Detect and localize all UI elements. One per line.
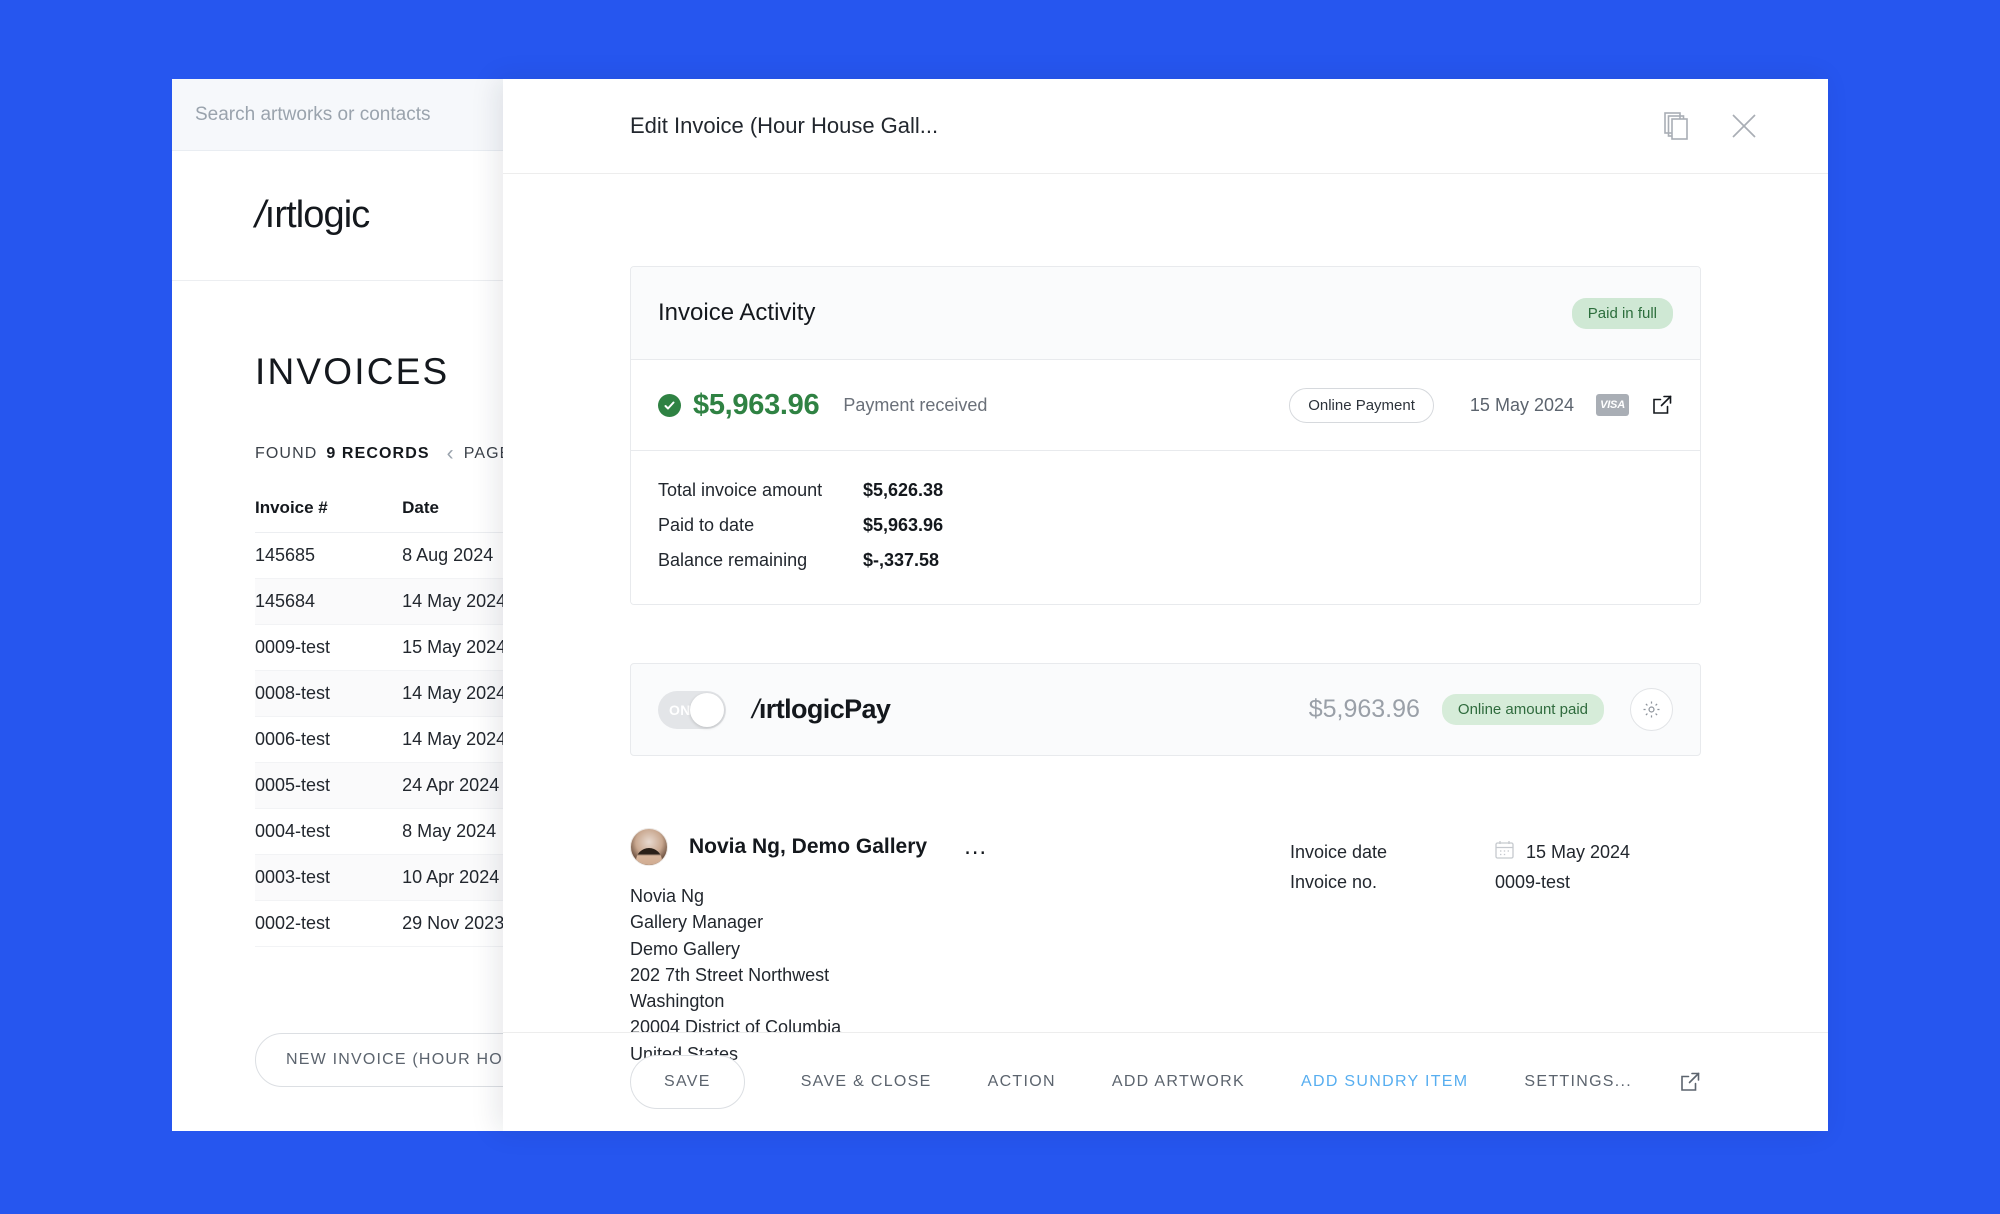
cell-invoice-number: 0006-test — [255, 717, 354, 763]
invoice-activity-card: Invoice Activity Paid in full $5,963.96 … — [630, 266, 1701, 605]
duplicate-icon[interactable] — [1664, 112, 1690, 140]
totals-row: Paid to date $5,963.96 — [658, 508, 1673, 543]
modal-header: Edit Invoice (Hour House Gall... — [503, 79, 1828, 174]
action-button[interactable]: ACTION — [988, 1073, 1056, 1091]
toggle-knob — [690, 693, 724, 727]
close-icon[interactable] — [1730, 112, 1758, 140]
balance-remaining-label: Balance remaining — [658, 550, 863, 571]
address-line: 202 7th Street Northwest — [630, 962, 1290, 988]
invoice-no-value[interactable]: 0009-test — [1495, 872, 1570, 893]
save-button[interactable]: SAVE — [630, 1055, 745, 1109]
cell-invoice-number: 0008-test — [255, 671, 354, 717]
visa-card-icon: VISA — [1596, 394, 1629, 416]
invoice-totals: Total invoice amount $5,626.38 Paid to d… — [631, 451, 1700, 604]
gear-icon[interactable] — [1630, 688, 1673, 731]
payment-received-row: $5,963.96 Payment received Online Paymen… — [631, 360, 1700, 451]
invoice-date-value-wrap[interactable]: 15 May 2024 — [1495, 840, 1630, 864]
toggle-state-label: ON — [669, 702, 691, 718]
totals-row: Balance remaining $-,337.58 — [658, 543, 1673, 578]
total-invoice-amount-value: $5,626.38 — [863, 480, 943, 501]
logo-slash: / — [255, 194, 265, 236]
cell-invoice-number: 0002-test — [255, 901, 354, 947]
payment-amount: $5,963.96 — [693, 389, 819, 422]
check-circle-icon — [658, 394, 681, 417]
artlogic-logo: /ırtlogic — [255, 194, 369, 237]
modal-footer: SAVE SAVE & CLOSE ACTION ADD ARTWORK ADD… — [503, 1032, 1828, 1131]
address-line: Gallery Manager — [630, 909, 1290, 935]
add-sundry-item-button[interactable]: ADD SUNDRY ITEM — [1301, 1073, 1468, 1091]
cell-invoice-number: 145684 — [255, 579, 354, 625]
calendar-icon — [1495, 840, 1514, 864]
modal-header-actions — [1664, 112, 1758, 140]
invoice-date-label: Invoice date — [1290, 842, 1495, 863]
save-and-close-button[interactable]: SAVE & CLOSE — [801, 1073, 932, 1091]
logo-wordmark: ırtlogic — [265, 194, 370, 236]
artlogicpay-logo: /ırtlogicPay — [752, 694, 890, 725]
sidebar: /ırtlogic INVOICES FOUND 9 RECORDS ‹ PAG… — [172, 151, 522, 1131]
total-invoice-amount-label: Total invoice amount — [658, 480, 863, 501]
column-header-invoice[interactable]: Invoice # — [255, 492, 354, 533]
payment-date: 15 May 2024 — [1470, 395, 1574, 416]
open-external-icon[interactable] — [1679, 1071, 1701, 1093]
contact-name[interactable]: Novia Ng, Demo Gallery — [689, 835, 927, 859]
artlogicpay-bar: ON /ırtlogicPay $5,963.96 Online amount … — [630, 663, 1701, 756]
totals-row: Total invoice amount $5,626.38 — [658, 473, 1673, 508]
payment-received-label: Payment received — [843, 395, 987, 416]
records-pager: FOUND 9 RECORDS ‹ PAGE — [172, 393, 522, 464]
found-prefix: FOUND — [255, 445, 317, 463]
invoice-date-value: 15 May 2024 — [1526, 842, 1630, 863]
status-badge: Paid in full — [1572, 298, 1673, 329]
invoice-activity-heading: Invoice Activity — [658, 299, 1572, 327]
save-button-label: SAVE — [664, 1073, 711, 1091]
settings-button[interactable]: SETTINGS... — [1524, 1073, 1632, 1091]
page-title: INVOICES — [172, 281, 522, 393]
edit-invoice-modal: Edit Invoice (Hour House Gall... Invoice… — [503, 79, 1828, 1131]
artlogicpay-toggle[interactable]: ON — [658, 691, 726, 729]
invoice-no-label: Invoice no. — [1290, 872, 1495, 893]
add-artwork-button[interactable]: ADD ARTWORK — [1112, 1073, 1245, 1091]
address-line: Novia Ng — [630, 883, 1290, 909]
invoice-date-row: Invoice date 15 May 2024 — [1290, 836, 1701, 868]
external-link-icon[interactable] — [1651, 394, 1673, 416]
cell-invoice-number: 145685 — [255, 533, 354, 579]
cell-invoice-number: 0003-test — [255, 855, 354, 901]
brand-logo-area: /ırtlogic — [172, 151, 522, 281]
search-input-placeholder[interactable]: Search artworks or contacts — [195, 104, 430, 126]
paid-to-date-label: Paid to date — [658, 515, 863, 536]
invoice-no-row: Invoice no. 0009-test — [1290, 868, 1701, 897]
modal-body: Invoice Activity Paid in full $5,963.96 … — [503, 266, 1828, 1067]
balance-remaining-value: $-,337.58 — [863, 550, 939, 571]
cell-invoice-number: 0009-test — [255, 625, 354, 671]
online-amount-paid-badge: Online amount paid — [1442, 694, 1604, 725]
payment-method-badge: Online Payment — [1289, 388, 1434, 423]
artlogicpay-amount: $5,963.96 — [1309, 695, 1420, 724]
avatar — [630, 828, 668, 866]
address-line: Demo Gallery — [630, 936, 1290, 962]
chevron-left-icon[interactable]: ‹ — [447, 443, 455, 464]
paybar-logo-slash: / — [752, 694, 759, 724]
modal-title: Edit Invoice (Hour House Gall... — [630, 113, 1664, 139]
new-invoice-label: NEW INVOICE (HOUR HOUSE — [286, 1051, 539, 1069]
address-line: Washington — [630, 988, 1290, 1014]
found-count: 9 RECORDS — [326, 445, 429, 463]
paybar-logo-wordmark: ırtlogicPay — [759, 694, 890, 724]
cell-invoice-number: 0005-test — [255, 763, 354, 809]
more-options-icon[interactable]: … — [963, 840, 988, 854]
cell-invoice-number: 0004-test — [255, 809, 354, 855]
contact-header: Novia Ng, Demo Gallery … — [630, 828, 1290, 866]
paid-to-date-value: $5,963.96 — [863, 515, 943, 536]
invoice-activity-header: Invoice Activity Paid in full — [631, 267, 1700, 360]
